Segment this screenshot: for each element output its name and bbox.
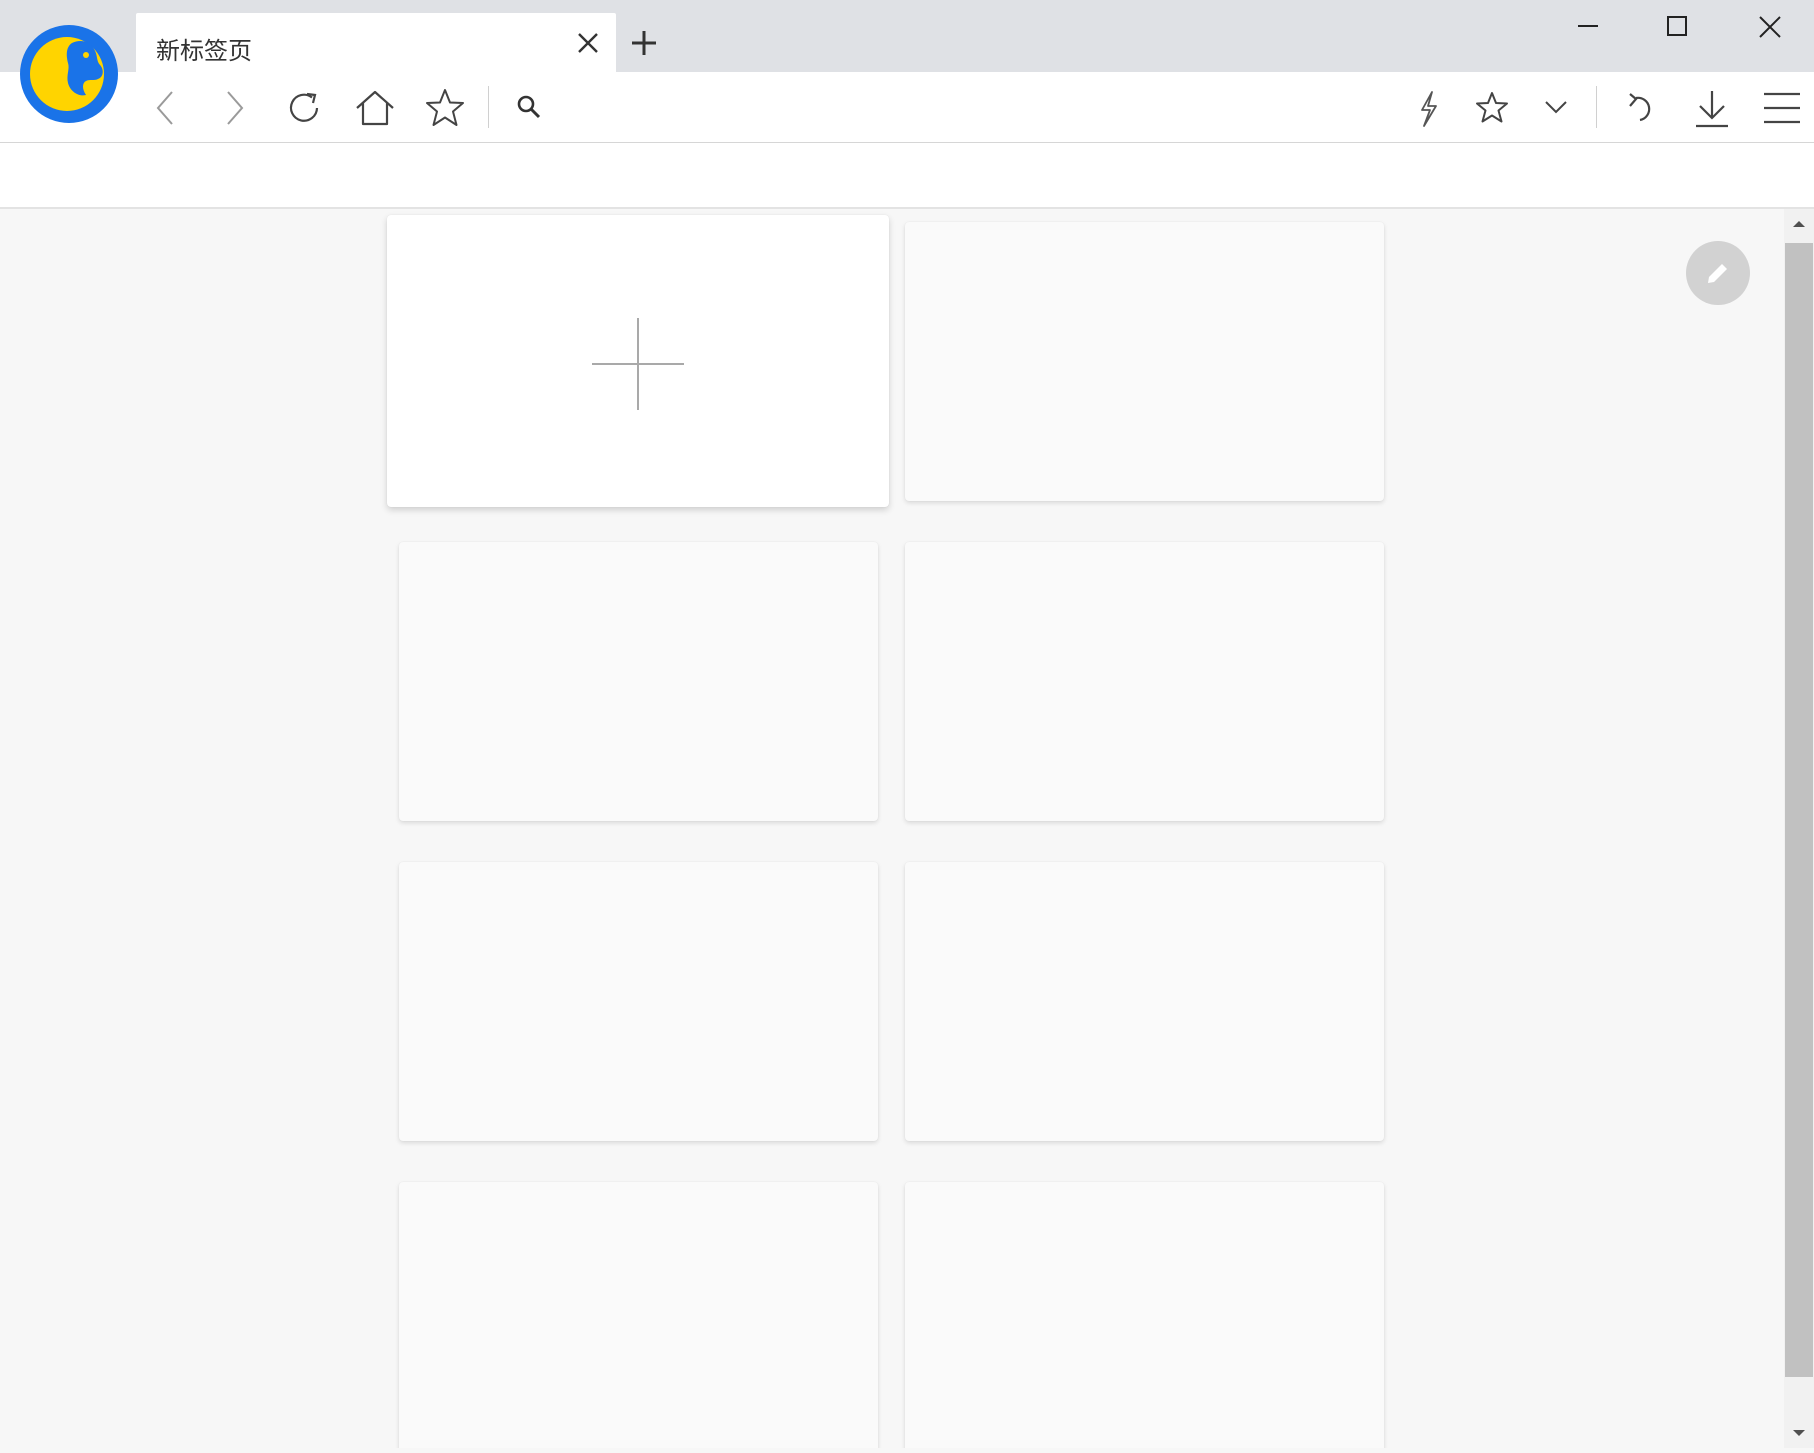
reload-icon[interactable] [283, 86, 327, 130]
add-site-tile[interactable] [387, 215, 889, 507]
toolbar-separator [488, 86, 489, 128]
search-icon[interactable] [508, 86, 552, 130]
back-icon[interactable] [144, 86, 188, 130]
toolbar [0, 72, 1814, 143]
plus-icon [592, 318, 684, 410]
site-tile[interactable] [905, 222, 1384, 501]
site-tile[interactable] [399, 862, 878, 1141]
tab-strip: 新标签页 [0, 0, 1814, 72]
site-tile[interactable] [399, 1182, 878, 1448]
edit-button[interactable] [1686, 241, 1750, 305]
menu-icon[interactable] [1760, 86, 1804, 130]
download-icon[interactable] [1690, 86, 1734, 130]
tab-title: 新标签页 [156, 37, 252, 65]
forward-icon[interactable] [212, 86, 256, 130]
close-icon[interactable] [1740, 8, 1800, 48]
site-tile[interactable] [399, 542, 878, 821]
toolbar-separator [1596, 86, 1597, 128]
scroll-up-arrow-icon[interactable] [1784, 209, 1814, 237]
new-tab-page [0, 209, 1784, 1448]
maximize-icon[interactable] [1648, 8, 1708, 48]
scrollbar-thumb[interactable] [1785, 243, 1813, 1377]
site-tile[interactable] [905, 862, 1384, 1141]
lightning-icon[interactable] [1406, 86, 1450, 130]
star-icon[interactable] [1470, 86, 1514, 130]
browser-logo[interactable] [20, 25, 118, 123]
site-tile[interactable] [905, 1182, 1384, 1448]
undo-icon[interactable] [1622, 86, 1666, 130]
scroll-down-arrow-icon[interactable] [1784, 1420, 1814, 1448]
plus-icon[interactable] [628, 27, 660, 59]
tab-new-tab[interactable]: 新标签页 [136, 13, 616, 72]
bookmark-bar [0, 143, 1814, 209]
star-icon[interactable] [423, 86, 467, 130]
close-icon[interactable] [574, 29, 602, 57]
leopard-icon [66, 41, 103, 96]
site-tile[interactable] [905, 542, 1384, 821]
minimize-icon[interactable] [1558, 8, 1618, 48]
pencil-icon [1708, 261, 1730, 283]
scrollbar[interactable] [1784, 209, 1814, 1448]
home-icon[interactable] [353, 86, 397, 130]
chevron-down-icon[interactable] [1534, 86, 1578, 130]
